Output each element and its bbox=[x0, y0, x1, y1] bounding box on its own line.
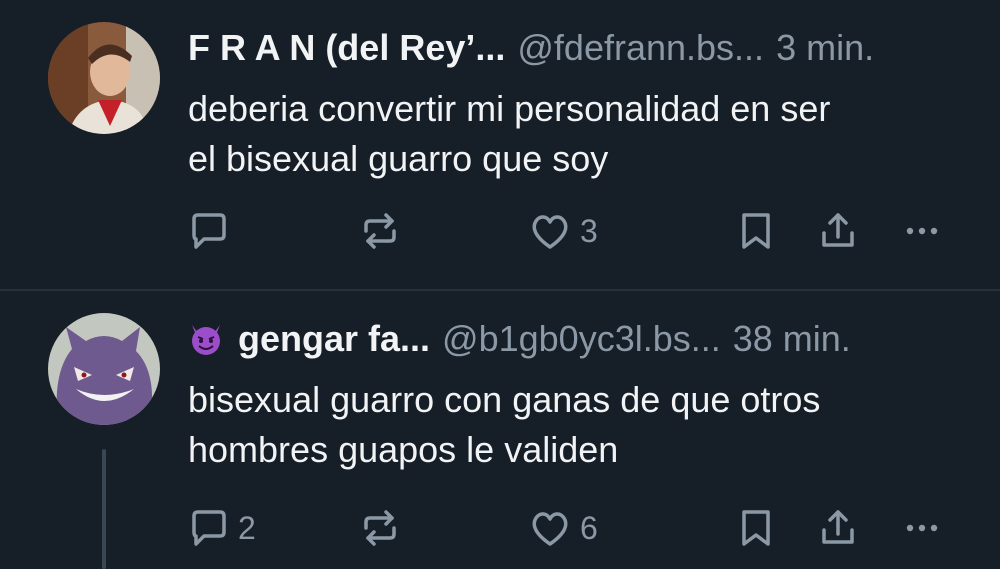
repost-button[interactable] bbox=[358, 503, 402, 553]
bookmark-button[interactable] bbox=[734, 503, 778, 553]
like-button[interactable]: 6 bbox=[528, 503, 598, 553]
like-button[interactable]: 3 bbox=[528, 206, 598, 256]
post-text: bisexual guarro con ganas de que otros h… bbox=[188, 375, 978, 475]
more-options-button[interactable] bbox=[900, 503, 944, 553]
handle[interactable]: @b1gb0yc3l.bs... bbox=[442, 317, 721, 361]
repost-icon bbox=[364, 213, 396, 249]
reply-button[interactable] bbox=[186, 206, 230, 256]
post[interactable]: F R A N (del Rey’... @fdefrann.bs... 3 m… bbox=[0, 0, 1000, 290]
post-text-line: el bisexual guarro que soy bbox=[188, 138, 609, 179]
action-bar: 3 bbox=[186, 206, 956, 256]
more-icon bbox=[906, 524, 938, 532]
timestamp[interactable]: 38 min. bbox=[733, 317, 851, 361]
more-icon bbox=[906, 227, 938, 235]
action-bar: 2 6 bbox=[186, 503, 956, 553]
post-text-line: deberia convertir mi personalidad en ser bbox=[188, 88, 831, 129]
repost-button[interactable] bbox=[358, 206, 402, 256]
repost-icon bbox=[364, 510, 396, 546]
bookmark-icon bbox=[742, 213, 770, 249]
timestamp[interactable]: 3 min. bbox=[776, 26, 874, 70]
post[interactable]: gengar fa... @b1gb0yc3l.bs... 38 min. bi… bbox=[0, 291, 1000, 569]
smiling-devil-emoji bbox=[192, 325, 220, 355]
bookmark-icon bbox=[742, 510, 770, 546]
bookmark-button[interactable] bbox=[734, 206, 778, 256]
like-count: 3 bbox=[580, 212, 598, 249]
post-text-line: hombres guapos le validen bbox=[188, 429, 619, 470]
share-icon bbox=[822, 510, 854, 544]
reply-button[interactable]: 2 bbox=[186, 503, 256, 553]
share-button[interactable] bbox=[816, 206, 860, 256]
share-icon bbox=[822, 213, 854, 247]
heart-icon bbox=[532, 512, 568, 546]
reply-icon bbox=[192, 213, 226, 249]
heart-icon bbox=[532, 215, 568, 249]
more-options-button[interactable] bbox=[900, 206, 944, 256]
display-name[interactable]: F R A N (del Rey’... bbox=[188, 26, 505, 70]
like-count: 6 bbox=[580, 509, 598, 546]
handle[interactable]: @fdefrann.bs... bbox=[517, 26, 764, 70]
avatar[interactable] bbox=[48, 22, 160, 134]
avatar[interactable] bbox=[48, 313, 160, 425]
share-button[interactable] bbox=[816, 503, 860, 553]
post-text-line: bisexual guarro con ganas de que otros bbox=[188, 379, 821, 420]
thread-line bbox=[102, 449, 106, 569]
display-name[interactable]: gengar fa... bbox=[238, 317, 430, 361]
reply-count: 2 bbox=[238, 509, 256, 546]
post-text: deberia convertir mi personalidad en ser… bbox=[188, 84, 978, 184]
reply-icon bbox=[192, 510, 226, 546]
